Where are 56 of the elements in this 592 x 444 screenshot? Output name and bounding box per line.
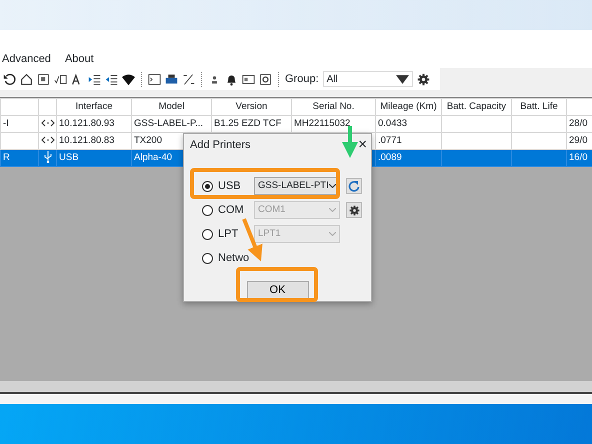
fraction-icon[interactable] (182, 72, 195, 86)
settings-icon[interactable] (416, 72, 430, 86)
outdent-icon[interactable] (105, 72, 118, 86)
column-header[interactable]: Interface (56, 98, 132, 116)
radio-button[interactable] (202, 180, 213, 192)
table-cell: R (0, 150, 38, 166)
column-header[interactable]: Batt. Life (512, 98, 566, 116)
table-cell: 29/0 (566, 132, 592, 150)
table-cell: GSS-LABEL-P... (132, 116, 212, 132)
annotation-arrow (342, 126, 358, 158)
menu-item[interactable]: Advanced (2, 50, 51, 68)
table-cell: 16/0 (566, 150, 592, 166)
menu-item[interactable]: About (64, 50, 94, 68)
column-header[interactable]: Mileage (Km) (376, 98, 442, 116)
checklist-icon[interactable] (54, 72, 67, 86)
radio-button[interactable] (202, 252, 213, 264)
bell-icon[interactable] (225, 72, 238, 86)
column-header[interactable]: Version (212, 98, 292, 116)
terminal-icon[interactable] (148, 72, 161, 86)
ok-button[interactable]: OK (246, 281, 308, 299)
printer-icon[interactable] (165, 72, 178, 86)
column-header[interactable]: Serial No. (292, 98, 376, 116)
column-header[interactable]: Model (132, 98, 212, 116)
undo-icon[interactable] (3, 72, 16, 86)
group-label: Group: (285, 72, 319, 87)
refresh-button[interactable] (346, 178, 362, 194)
radio-label: LPT (218, 226, 238, 242)
column-header[interactable]: Batt. Capacity (442, 98, 512, 116)
horizontal-scrollbar[interactable] (0, 381, 592, 394)
table-cell: .0089 (376, 150, 442, 166)
home-icon[interactable] (20, 72, 33, 86)
caret-icon (396, 72, 409, 86)
caret-icon (329, 208, 336, 212)
connection-icon (41, 136, 55, 144)
wifi-icon[interactable] (122, 72, 135, 86)
table-cell: 0.0433 (376, 116, 442, 132)
radio-label: COM (218, 202, 244, 218)
group-dropdown[interactable]: All (322, 71, 413, 87)
caret-icon (329, 232, 336, 236)
caret-icon (329, 184, 336, 188)
table-cell: .0771 (376, 132, 442, 150)
table-cell: 10.121.80.83 (56, 132, 132, 150)
document-icon[interactable] (37, 72, 50, 86)
table-cell: USB (56, 150, 132, 166)
table-cell: MH22115032 (292, 116, 376, 132)
table-cell: B1.25 EZD TCF (212, 116, 292, 132)
indent-icon[interactable] (88, 72, 101, 86)
table-cell: -I (0, 116, 38, 132)
settings-button[interactable] (346, 202, 362, 218)
table-cell: 10.121.80.93 (56, 116, 132, 132)
connection-icon (41, 119, 55, 128)
table-row[interactable]: -I 10.121.80.93 GSS-LABEL-P... B1.25 EZD TCF MH22115032 0.0433 28/0 (0, 116, 592, 132)
card-icon[interactable] (242, 72, 255, 86)
table-cell: 28/0 (566, 116, 592, 132)
radio-label: Netwo (218, 250, 250, 266)
radio-label: USB (218, 178, 241, 194)
